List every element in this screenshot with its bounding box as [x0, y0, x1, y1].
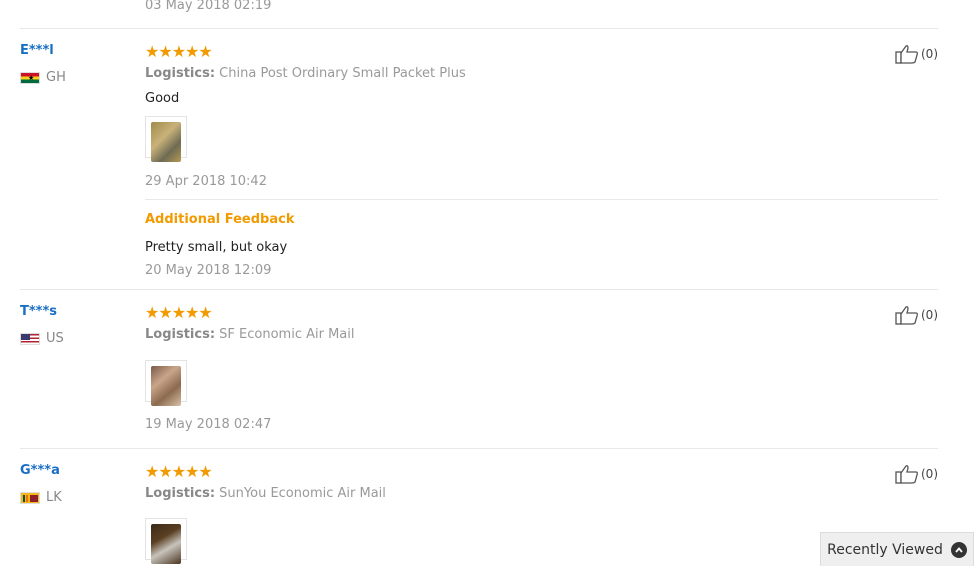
review-date: 29 Apr 2018 10:42	[145, 174, 267, 189]
review-text: Good	[145, 91, 180, 106]
helpful-button[interactable]: (0)	[895, 464, 938, 484]
star-rating: ★★★★★	[145, 462, 213, 481]
review-date: 19 May 2018 02:47	[145, 417, 272, 432]
logistics-method: China Post Ordinary Small Packet Plus	[219, 66, 466, 81]
divider	[20, 448, 938, 449]
logistics-label: Logistics:	[145, 486, 216, 501]
reviewer-name[interactable]: G***a	[20, 463, 60, 478]
helpful-button[interactable]: (0)	[895, 305, 938, 325]
logistics-info: Logistics: SunYou Economic Air Mail	[145, 486, 386, 501]
logistics-label: Logistics:	[145, 327, 216, 342]
star-rating: ★★★★★	[145, 42, 213, 61]
country-code: GH	[46, 70, 66, 85]
country-code: LK	[46, 490, 62, 505]
sri-lanka-flag-icon	[20, 491, 40, 504]
divider	[20, 28, 938, 29]
reviewer-country: US	[20, 331, 64, 346]
helpful-count: (0)	[921, 467, 938, 481]
reviewer-country: ★ GH	[20, 70, 66, 85]
review-photo-thumbnail[interactable]	[145, 360, 187, 406]
thumbs-up-icon	[895, 45, 918, 64]
helpful-button[interactable]: (0)	[895, 44, 938, 64]
logistics-method: SunYou Economic Air Mail	[219, 486, 386, 501]
logistics-label: Logistics:	[145, 66, 216, 81]
additional-feedback-date: 20 May 2018 12:09	[145, 263, 272, 278]
recently-viewed-button[interactable]: Recently Viewed	[820, 532, 974, 566]
thumbs-up-icon	[895, 465, 918, 484]
chevron-up-icon	[950, 541, 967, 558]
helpful-count: (0)	[921, 47, 938, 61]
additional-feedback-title: Additional Feedback	[145, 212, 295, 227]
review-photo-thumbnail[interactable]	[145, 116, 187, 162]
logistics-info: Logistics: China Post Ordinary Small Pac…	[145, 66, 466, 81]
helpful-count: (0)	[921, 308, 938, 322]
additional-feedback-text: Pretty small, but okay	[145, 240, 288, 255]
divider	[145, 199, 938, 200]
star-rating: ★★★★★	[145, 303, 213, 322]
ghana-flag-icon: ★	[20, 71, 40, 84]
review-photo-thumbnail[interactable]	[145, 518, 187, 564]
divider	[20, 289, 938, 290]
logistics-info: Logistics: SF Economic Air Mail	[145, 327, 355, 342]
logistics-method: SF Economic Air Mail	[219, 327, 355, 342]
country-code: US	[46, 331, 64, 346]
us-flag-icon	[20, 332, 40, 345]
reviewer-name[interactable]: T***s	[20, 304, 57, 319]
reviewer-name[interactable]: E***l	[20, 43, 54, 58]
thumbs-up-icon	[895, 306, 918, 325]
recently-viewed-label: Recently Viewed	[827, 541, 943, 558]
reviewer-country: LK	[20, 490, 62, 505]
review-date: 03 May 2018 02:19	[145, 0, 272, 13]
